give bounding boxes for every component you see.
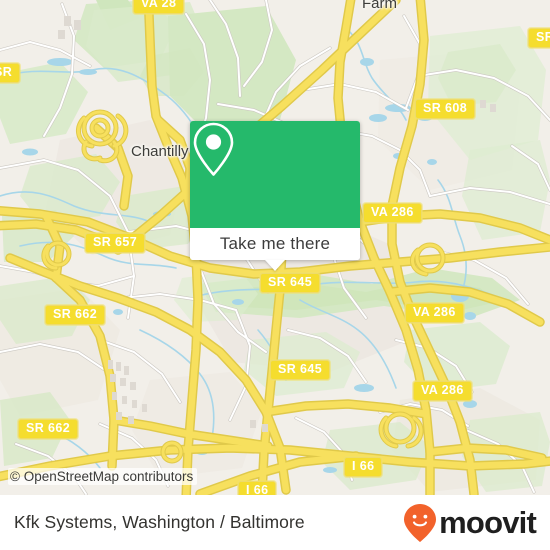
moovit-brand[interactable]: moovit xyxy=(403,503,537,543)
destination-popup-card[interactable]: Take me there xyxy=(190,121,360,271)
road-shield-sr-662-north: SR 662 xyxy=(45,305,106,325)
road-shield-sr-657: SR 657 xyxy=(85,233,146,253)
map-pin-icon xyxy=(193,122,234,176)
moovit-wordmark: moovit xyxy=(439,505,537,540)
road-shield-va-286-mid: VA 286 xyxy=(405,303,464,323)
road-shield-va-286-south: VA 286 xyxy=(413,381,472,401)
road-shield-right-edge: SR xyxy=(528,28,550,48)
road-shield-va-28: VA 28 xyxy=(133,0,185,14)
road-shield-sr-645-north: SR 645 xyxy=(260,273,321,293)
location-title: Kfk Systems, Washington / Baltimore xyxy=(14,512,305,532)
moovit-smiley-pin-icon xyxy=(404,503,437,542)
road-shield-left-edge: SR xyxy=(0,63,21,83)
popup-cta-area[interactable]: Take me there xyxy=(190,228,360,271)
popup-icon-area xyxy=(190,121,360,228)
road-shield-sr-645-south: SR 645 xyxy=(270,360,331,380)
footer-bar: Kfk Systems, Washington / Baltimore moov… xyxy=(0,495,550,550)
road-shield-sr-608: SR 608 xyxy=(415,99,476,119)
road-shield-va-286-north: VA 286 xyxy=(363,203,422,223)
take-me-there-label: Take me there xyxy=(219,234,331,253)
osm-attribution[interactable]: © OpenStreetMap contributors xyxy=(8,468,198,485)
road-shield-sr-662-south: SR 662 xyxy=(18,419,79,439)
road-shield-i-66-west: I 66 xyxy=(238,481,277,495)
map-canvas[interactable]: Chantilly Farm VA 28 SR SR 608 SR VA 286… xyxy=(0,0,550,495)
road-shield-i-66-east: I 66 xyxy=(344,457,383,477)
popup-callout-tail xyxy=(265,260,285,271)
moovit-map-screenshot: Chantilly Farm VA 28 SR SR 608 SR VA 286… xyxy=(0,0,550,550)
